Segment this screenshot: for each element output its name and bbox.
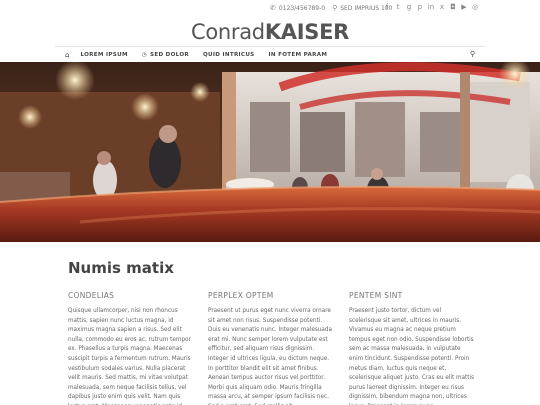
map-pin-icon: ⚲ — [332, 4, 338, 12]
top-bar: ✆ 0123/456789-0 ⚲ SED IMPRIUS 100 f t g … — [0, 0, 540, 16]
column-heading: CONDELIAS — [68, 291, 115, 300]
site-logo[interactable]: ConradKAISER — [0, 20, 540, 44]
column-text: Praesent ut purus eget nunc viverra orna… — [208, 308, 332, 405]
twitter-icon[interactable]: t — [394, 3, 402, 11]
column-heading: PERPLEX OPTEM — [208, 291, 274, 300]
nav-item-label: LOREM IPSUM — [80, 51, 128, 58]
dribbble-icon[interactable]: ◎ — [471, 3, 479, 11]
nav-item-label: SED DOLOR — [150, 51, 189, 58]
xing-icon[interactable]: x — [438, 3, 446, 11]
nav-item-label: IN FOTEM PARAM — [268, 51, 328, 58]
google-plus-icon[interactable]: g — [405, 3, 413, 11]
instagram-icon[interactable]: ◘ — [449, 3, 457, 11]
youtube-icon[interactable]: ▶ — [460, 3, 468, 11]
social-links: f t g p in x ◘ ▶ ◎ — [383, 3, 479, 11]
hero-image — [0, 62, 540, 242]
nav-item-quid-intricus[interactable]: QUID INTRICUS — [203, 52, 255, 58]
nav-item-label: QUID INTRICUS — [203, 51, 255, 58]
contact-info: ✆ 0123/456789-0 ⚲ SED IMPRIUS 100 — [270, 4, 392, 12]
nav-item-sed-dolor[interactable]: ◷ SED DOLOR — [142, 52, 189, 58]
nav-item-lorem-ipsum[interactable]: LOREM IPSUM — [80, 52, 127, 58]
column-text: Quisque ullamcorper, nisi non rhoncus ma… — [68, 308, 191, 405]
main-nav: ⌂ LOREM IPSUM ◷ SED DOLOR QUID INTRICUS … — [55, 46, 485, 62]
content-column-1: CONDELIAS Quisque ullamcorper, nisi non … — [68, 291, 194, 405]
logo-part-2: KAISER — [264, 20, 350, 44]
linkedin-icon[interactable]: in — [427, 3, 435, 11]
restaurant-photo — [0, 62, 540, 242]
clock-icon: ◷ — [141, 51, 148, 58]
content-column-2: PERPLEX OPTEM Praesent ut purus eget nun… — [208, 291, 334, 405]
section-title: Numis matix — [68, 259, 174, 277]
home-icon[interactable]: ⌂ — [65, 51, 69, 59]
phone-number[interactable]: 0123/456789-0 — [279, 5, 325, 12]
phone-icon: ✆ — [270, 4, 276, 12]
column-heading: PENTEM SINT — [349, 291, 403, 300]
pinterest-icon[interactable]: p — [416, 3, 424, 11]
content-column-3: PENTEM SINT Praesent justo tortor, dictu… — [349, 291, 475, 405]
logo-part-1: Conrad — [190, 20, 265, 44]
search-icon[interactable]: ⚲ — [470, 50, 475, 58]
nav-item-in-fotem-param[interactable]: IN FOTEM PARAM — [269, 52, 328, 58]
column-text: Praesent justo tortor, dictum vel sceler… — [349, 308, 475, 405]
facebook-icon[interactable]: f — [383, 3, 391, 11]
